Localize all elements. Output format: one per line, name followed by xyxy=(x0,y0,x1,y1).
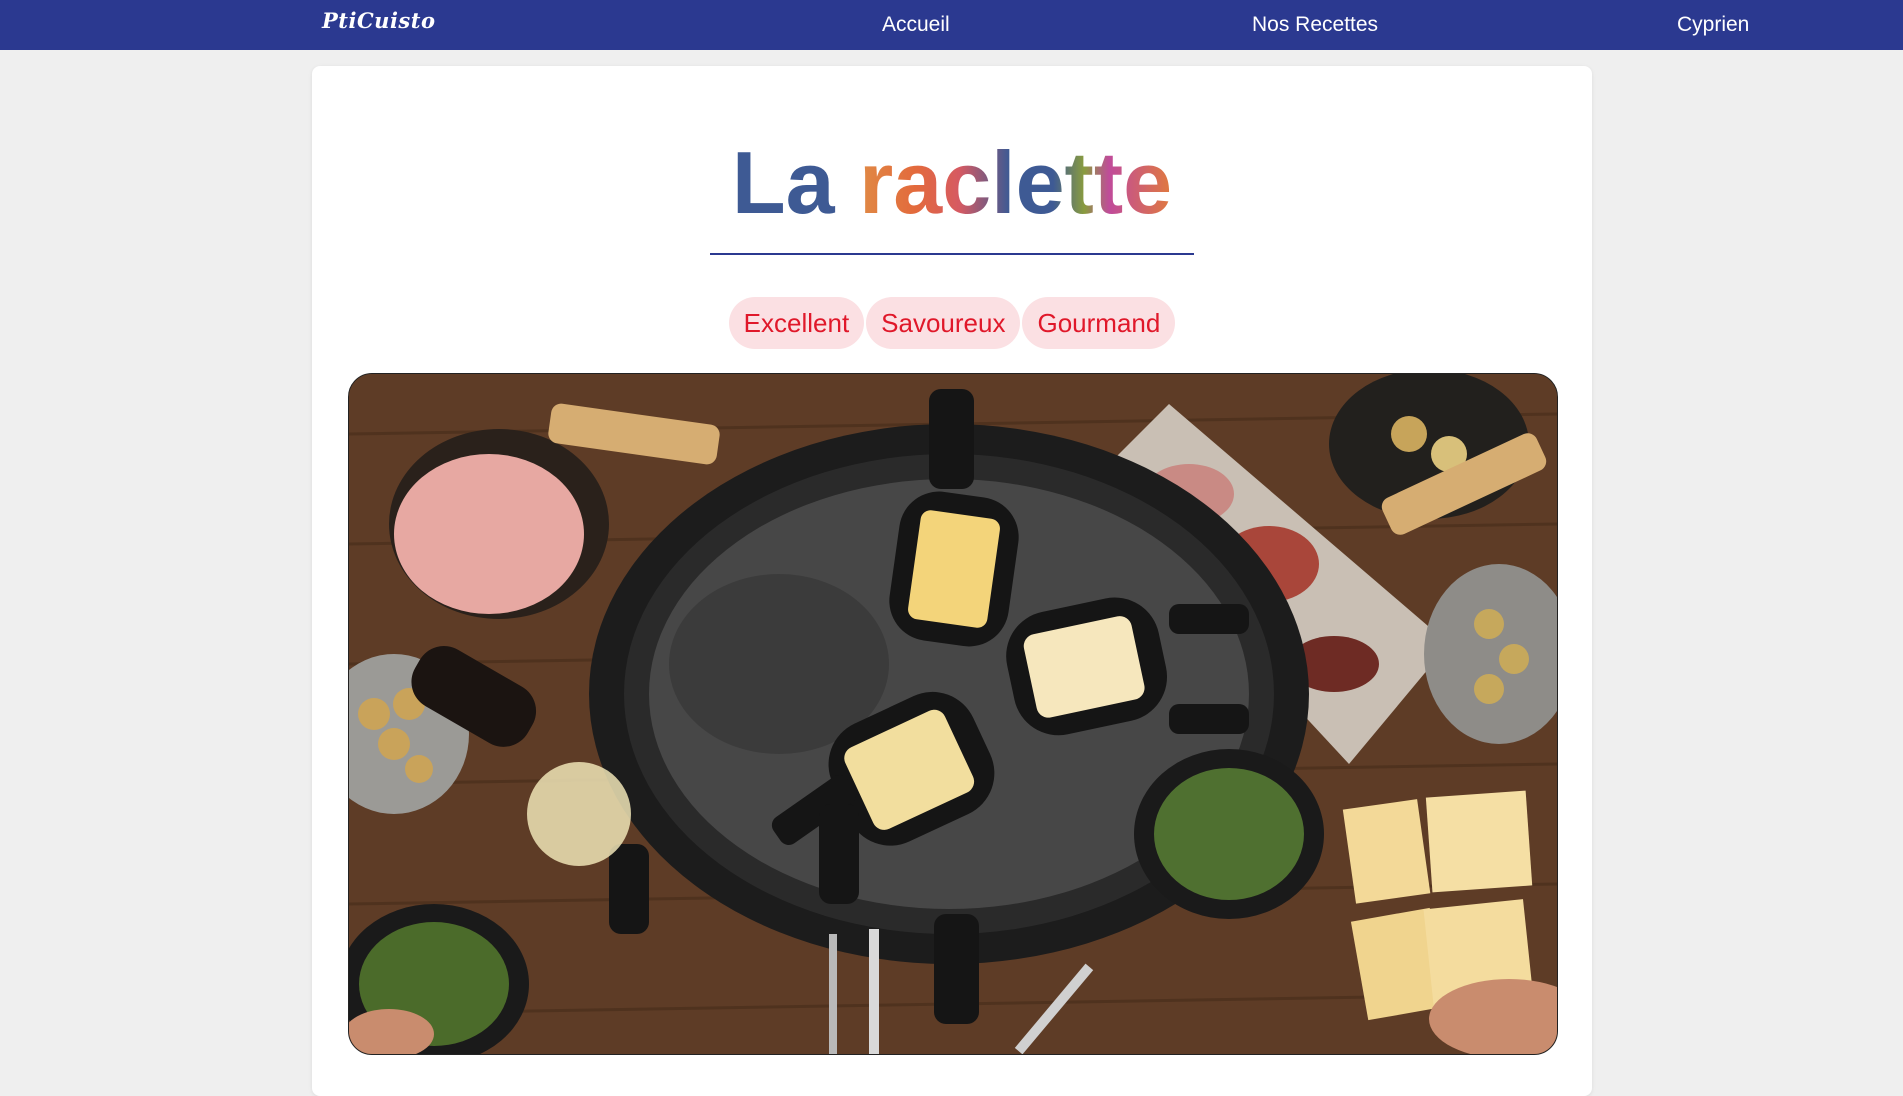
raclette-illustration xyxy=(349,374,1557,1054)
nav-link-user[interactable]: Cyprien xyxy=(1677,13,1749,37)
tag-gourmand[interactable]: Gourmand xyxy=(1022,297,1176,349)
recipe-photo xyxy=(348,373,1558,1055)
tag-excellent[interactable]: Excellent xyxy=(728,297,865,349)
recipe-title: La raclette xyxy=(312,128,1592,238)
recipe-tags: Excellent Savoureux Gourmand xyxy=(312,297,1592,349)
site-logo[interactable]: PtiCuisto xyxy=(322,8,435,33)
tag-savoureux[interactable]: Savoureux xyxy=(866,297,1021,349)
recipe-title-part2: raclette xyxy=(859,133,1173,232)
title-divider xyxy=(710,253,1194,255)
top-navbar: PtiCuisto Accueil Nos Recettes Cyprien xyxy=(0,0,1903,50)
recipe-title-part1: La xyxy=(731,133,835,232)
nav-link-recipes[interactable]: Nos Recettes xyxy=(1252,13,1378,37)
nav-link-home[interactable]: Accueil xyxy=(882,13,950,37)
recipe-card: La raclette Excellent Savoureux Gourmand xyxy=(312,66,1592,1096)
